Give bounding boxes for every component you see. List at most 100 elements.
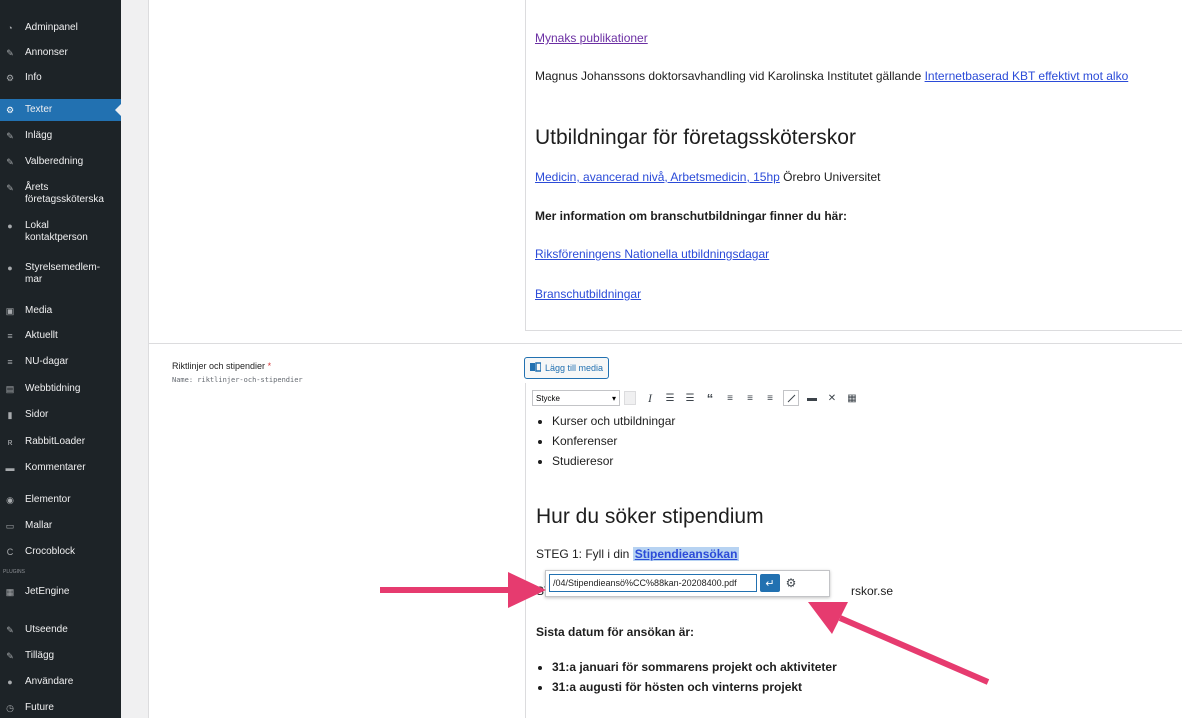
dashboard-icon: ◔ [7, 22, 13, 33]
sidebar-item-användare[interactable]: ● Användare [0, 676, 121, 688]
pin-icon: ✎ [6, 156, 14, 167]
stipendieansokan-link[interactable]: Stipendieansökan [632, 547, 740, 561]
sidebar-item-media[interactable]: ▣ Media [0, 305, 121, 317]
sidebar-item-label: Lokal kontaktperson [25, 220, 88, 243]
bold-button[interactable] [620, 390, 640, 406]
link-url-input[interactable] [549, 574, 757, 592]
sidebar-item-adminpanel[interactable]: ◔ Adminpanel [0, 22, 121, 34]
sidebar-item-tillägg[interactable]: ✎ Tillägg [0, 650, 121, 662]
sidebar-item-lokal[interactable]: ● Lokal kontaktperson [0, 220, 121, 244]
sidebar-item-crocoblock[interactable]: C Crocoblock [0, 546, 121, 558]
page-icon: ▮ [7, 409, 13, 420]
sidebar-item-aktuellt[interactable]: ≡ Aktuellt [0, 330, 121, 342]
table-icon: ▤ [5, 383, 15, 394]
sidebar-item-label: Webbtidning [25, 383, 81, 394]
user-icon: ● [7, 220, 13, 231]
pin-icon: ✎ [6, 47, 14, 58]
add-media-button[interactable]: Lägg till media [524, 357, 610, 379]
align-center-icon[interactable]: ≡ [740, 390, 760, 406]
pin-icon: ✎ [6, 182, 14, 193]
numbered-list-icon[interactable]: ☰ [680, 390, 700, 406]
sidebar-item-label: Media [25, 305, 53, 316]
align-right-icon[interactable]: ≡ [760, 390, 780, 406]
sidebar-item-nu-dagar[interactable]: ≡ NU-dagar [0, 356, 121, 368]
sidebar-item-label: Mallar [25, 520, 53, 531]
more-info-text: Mer information om branschutbildningar f… [535, 209, 848, 223]
gear-icon: ⚙ [785, 576, 797, 590]
italic-icon[interactable]: I [640, 390, 660, 406]
internet-kbt-link[interactable]: Internetbaserad KBT effektivt mot alko [925, 69, 1129, 83]
align-left-icon[interactable]: ≡ [720, 390, 740, 406]
sidebar-item-mallar[interactable]: ▭ Mallar [0, 520, 121, 532]
rabbit-icon: ʀ [7, 436, 13, 447]
user-icon: ● [7, 262, 13, 273]
branschutbildningar-link[interactable]: Branschutbildningar [535, 287, 641, 301]
heading-utbildningar: Utbildningar för företagssköterskor [535, 126, 856, 149]
sidebar-item-label: NU-dagar [25, 356, 69, 367]
field-label: Riktlinjer och stipendier * [172, 361, 271, 371]
bullet-list-2: 31:a januari för sommarens projekt och a… [526, 657, 837, 697]
add-media-label: Lägg till media [545, 363, 604, 373]
jetengine-icon: ▦ [5, 586, 15, 597]
sidebar-item-utseende[interactable]: ✎ Utseende [0, 624, 121, 636]
brush-icon: ✎ [6, 624, 14, 635]
list-item: Studieresor [552, 451, 675, 471]
admin-sidebar: ◔ Adminpanel ✎ Annonser ⚙ Info ⚙ Texter ✎ Inlägg ✎… [0, 0, 121, 718]
list-item: Konferenser [552, 431, 675, 451]
format-select[interactable]: Stycke ▾ [532, 390, 620, 406]
deadline-text: Sista datum för ansökan är: [536, 625, 695, 639]
list-icon: ≡ [7, 356, 13, 367]
sidebar-item-label: Texter [25, 104, 53, 115]
sidebar-item-inlägg[interactable]: ✎ Inlägg [0, 130, 121, 142]
plugin-icon: ✎ [6, 650, 14, 661]
sidebar-item-valberedning[interactable]: ✎ Valberedning [0, 156, 121, 168]
toolbar-toggle-icon[interactable]: ▦ [842, 390, 862, 406]
sidebar-item-label: Aktuellt [25, 330, 58, 341]
field-label-text: Riktlinjer och stipendier [172, 361, 266, 371]
course-paragraph: Medicin, avancerad nivå, Arbetsmedicin, … [535, 170, 881, 184]
heading-hur-du-soker: Hur du söker stipendium [536, 505, 764, 528]
mynaks-link[interactable]: Mynaks publikationer [535, 31, 648, 45]
sidebar-item-webbtidning[interactable]: ▤ Webbtidning [0, 383, 121, 395]
sidebar-item-sidor[interactable]: ▮ Sidor [0, 409, 121, 421]
field-name-hint: Name: riktlinjer-och-stipendier [172, 376, 303, 384]
sidebar-gutter [121, 0, 148, 718]
wysiwyg-editor[interactable]: Stycke ▾ I ☰ ☰ “ ≡ ≡ ≡ ▬ ✕ ▦ Kurser och u… [525, 383, 1182, 718]
link-settings-button[interactable]: ⚙ [782, 574, 800, 592]
course-text: Örebro Universitet [779, 170, 881, 184]
sidebar-item-annonser[interactable]: ✎ Annonser [0, 47, 121, 59]
gear-icon: ⚙ [5, 104, 15, 115]
riksforeningen-link[interactable]: Riksföreningens Nationella utbildningsda… [535, 247, 769, 261]
sidebar-item-rabbitloader[interactable]: ʀ RabbitLoader [0, 436, 121, 448]
bullet-list-icon[interactable]: ☰ [660, 390, 680, 406]
sidebar-item-info[interactable]: ⚙ Info [0, 72, 121, 84]
apply-link-button[interactable]: ↵ [760, 574, 780, 592]
sidebar-item-future[interactable]: ◷ Future [0, 702, 121, 714]
read-more-icon[interactable]: ▬ [802, 390, 822, 406]
sidebar-item-label: Inlägg [25, 130, 53, 141]
arrow-right-icon [380, 572, 546, 608]
link-icon[interactable] [783, 390, 799, 406]
blockquote-icon[interactable]: “ [700, 390, 720, 406]
sidebar-item-label: Future [25, 702, 54, 713]
step1-paragraph: STEG 1: Fyll i din Stipendieansökan [536, 547, 740, 561]
sidebar-item-jetengine[interactable]: ▦ JetEngine [0, 586, 121, 598]
fullscreen-icon[interactable]: ✕ [822, 390, 842, 406]
section-divider [149, 343, 1182, 344]
sidebar-item-kommentarer[interactable]: ▬ Kommentarer [0, 462, 121, 474]
course-link[interactable]: Medicin, avancerad nivå, Arbetsmedicin, … [535, 170, 780, 184]
sidebar-item-label: Sidor [25, 409, 49, 420]
list-item: Kurser och utbildningar [552, 411, 675, 431]
sidebar-item-label: Valberedning [25, 156, 84, 167]
comment-icon: ▬ [5, 462, 15, 473]
inline-link-popup: ↵ ⚙ [545, 570, 830, 597]
list-item: 31:a januari för sommarens projekt och a… [552, 657, 837, 677]
sidebar-item-texter[interactable]: ⚙ Texter [0, 99, 121, 121]
sidebar-item-årets[interactable]: ✎ Årets företagssköterska [0, 182, 121, 206]
sidebar-item-styrelsemedlem-[interactable]: ● Styrelsemedlem- mar [0, 262, 121, 286]
sidebar-item-elementor[interactable]: ◉ Elementor [0, 494, 121, 506]
pin-icon: ✎ [6, 130, 14, 141]
folder-icon: ▭ [5, 520, 15, 531]
required-mark: * [267, 361, 272, 371]
elementor-icon: ◉ [6, 494, 14, 505]
